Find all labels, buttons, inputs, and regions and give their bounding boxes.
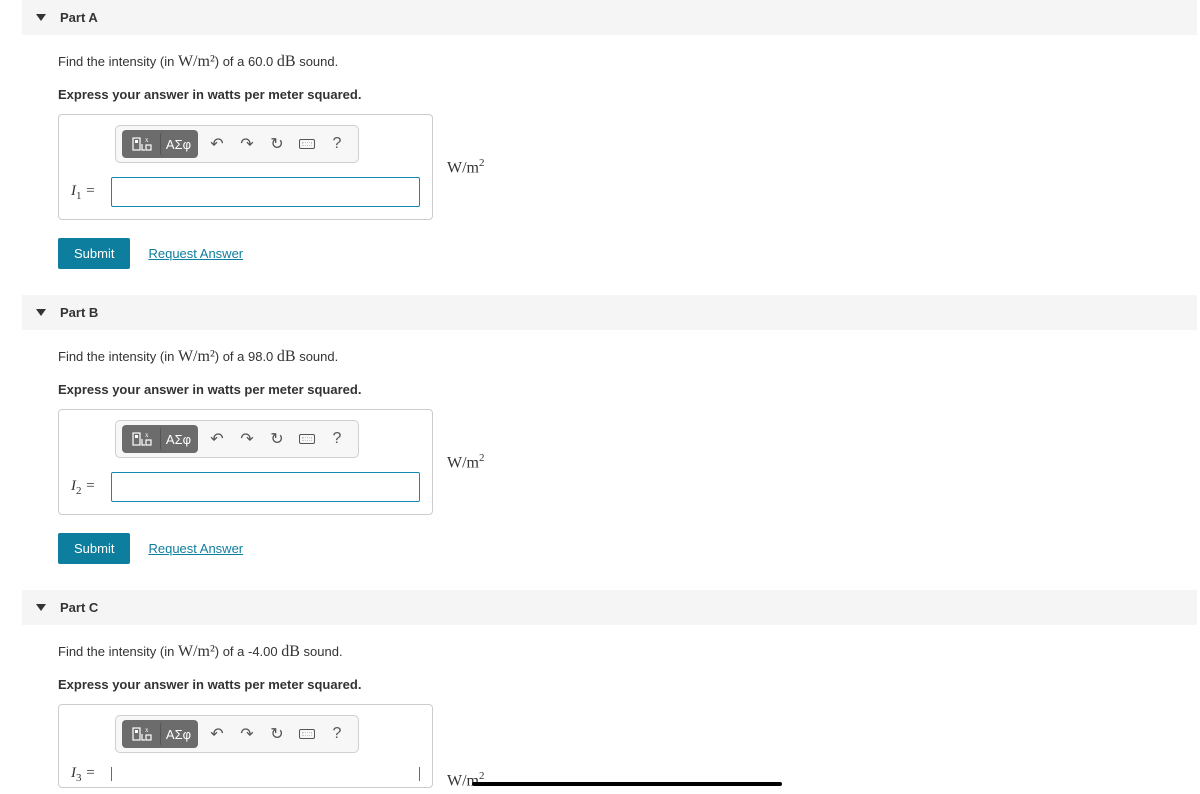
part-c-body: Find the intensity (in W/m²) of a -4.00 … xyxy=(22,625,1197,788)
part-a-prompt: Find the intensity (in W/m²) of a 60.0 d… xyxy=(58,53,1161,71)
template-tool-group: x ΑΣφ xyxy=(122,720,198,748)
reset-button[interactable]: ↻ xyxy=(262,132,292,156)
request-answer-link[interactable]: Request Answer xyxy=(148,541,243,556)
part-c-section: Part C Find the intensity (in W/m²) of a… xyxy=(22,590,1197,788)
keyboard-icon xyxy=(299,434,315,444)
part-b-body: Find the intensity (in W/m²) of a 98.0 d… xyxy=(22,330,1197,584)
redo-button[interactable]: ↷ xyxy=(232,132,262,156)
undo-button[interactable]: ↶ xyxy=(202,132,232,156)
undo-button[interactable]: ↶ xyxy=(202,722,232,746)
keyboard-icon xyxy=(299,729,315,739)
submit-button[interactable]: Submit xyxy=(58,238,130,269)
part-c-instruction: Express your answer in watts per meter s… xyxy=(58,677,1161,692)
variable-label: I1 = xyxy=(71,183,111,202)
greek-letters-button[interactable]: ΑΣφ xyxy=(160,132,196,156)
templates-button[interactable]: x xyxy=(124,722,160,746)
part-c-answer-box: x ΑΣφ ↶ ↷ ↻ ? I3 = xyxy=(58,704,433,788)
answer-input[interactable] xyxy=(111,767,420,781)
part-b-prompt: Find the intensity (in W/m²) of a 98.0 d… xyxy=(58,348,1161,366)
part-a-answer-box: x ΑΣφ ↶ ↷ ↻ ? I1 = xyxy=(58,114,433,220)
greek-letters-button[interactable]: ΑΣφ xyxy=(160,722,196,746)
part-b-instruction: Express your answer in watts per meter s… xyxy=(58,382,1161,397)
part-b-header[interactable]: Part B xyxy=(22,295,1197,330)
templates-button[interactable]: x xyxy=(124,132,160,156)
part-c-header[interactable]: Part C xyxy=(22,590,1197,625)
reset-button[interactable]: ↻ xyxy=(262,722,292,746)
answer-input[interactable] xyxy=(111,177,420,207)
part-c-title: Part C xyxy=(60,600,98,615)
unit-label: W/m2 xyxy=(447,157,485,177)
part-a-section: Part A Find the intensity (in W/m²) of a… xyxy=(22,0,1197,289)
templates-button[interactable]: x xyxy=(124,427,160,451)
template-tool-group: x ΑΣφ xyxy=(122,130,198,158)
submit-button[interactable]: Submit xyxy=(58,533,130,564)
part-b-answer-box: x ΑΣφ ↶ ↷ ↻ ? I2 = xyxy=(58,409,433,515)
part-b-section: Part B Find the intensity (in W/m²) of a… xyxy=(22,295,1197,584)
template-tool-group: x ΑΣφ xyxy=(122,425,198,453)
part-b-title: Part B xyxy=(60,305,98,320)
variable-label: I3 = xyxy=(71,767,111,781)
part-c-prompt: Find the intensity (in W/m²) of a -4.00 … xyxy=(58,643,1161,661)
part-a-instruction: Express your answer in watts per meter s… xyxy=(58,87,1161,102)
equation-toolbar: x ΑΣφ ↶ ↷ ↻ ? xyxy=(115,715,359,753)
redo-button[interactable]: ↷ xyxy=(232,427,262,451)
keyboard-button[interactable] xyxy=(292,722,322,746)
keyboard-button[interactable] xyxy=(292,427,322,451)
redo-button[interactable]: ↷ xyxy=(232,722,262,746)
equation-toolbar: x ΑΣφ ↶ ↷ ↻ ? xyxy=(115,125,359,163)
request-answer-link[interactable]: Request Answer xyxy=(148,246,243,261)
keyboard-icon xyxy=(299,139,315,149)
help-button[interactable]: ? xyxy=(322,722,352,746)
answer-input[interactable] xyxy=(111,472,420,502)
unit-label: W/m2 xyxy=(447,770,485,790)
equation-toolbar: x ΑΣφ ↶ ↷ ↻ ? xyxy=(115,420,359,458)
collapse-triangle-icon xyxy=(36,309,46,316)
collapse-triangle-icon xyxy=(36,14,46,21)
reset-button[interactable]: ↻ xyxy=(262,427,292,451)
svg-text:x: x xyxy=(145,727,149,734)
undo-button[interactable]: ↶ xyxy=(202,427,232,451)
svg-text:x: x xyxy=(145,432,149,439)
help-button[interactable]: ? xyxy=(322,132,352,156)
unit-label: W/m2 xyxy=(447,452,485,472)
help-button[interactable]: ? xyxy=(322,427,352,451)
horizontal-scrollbar[interactable] xyxy=(472,782,782,786)
part-a-body: Find the intensity (in W/m²) of a 60.0 d… xyxy=(22,35,1197,289)
collapse-triangle-icon xyxy=(36,604,46,611)
greek-letters-button[interactable]: ΑΣφ xyxy=(160,427,196,451)
variable-label: I2 = xyxy=(71,478,111,497)
svg-text:x: x xyxy=(145,137,149,144)
part-a-title: Part A xyxy=(60,10,98,25)
keyboard-button[interactable] xyxy=(292,132,322,156)
part-a-header[interactable]: Part A xyxy=(22,0,1197,35)
